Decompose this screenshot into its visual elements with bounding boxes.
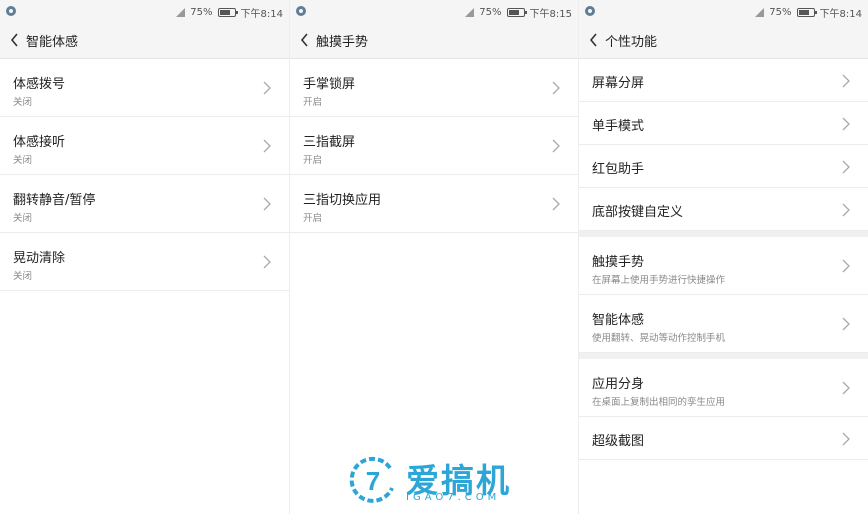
clock: 下午8:15 bbox=[529, 9, 572, 20]
item-description: 在屏幕上使用手势进行快捷操作 bbox=[592, 275, 726, 286]
signal-icon bbox=[465, 8, 475, 17]
list-item-smart-motion[interactable]: 智能体感 使用翻转、晃动等动作控制手机 bbox=[579, 295, 868, 353]
list-item-bottom-keys-custom[interactable]: 底部按键自定义 bbox=[579, 188, 868, 231]
chevron-right-icon bbox=[842, 259, 850, 273]
status-bar: 75% 下午8:14 bbox=[0, 0, 289, 22]
svg-text:7: 7 bbox=[366, 466, 380, 496]
title-bar: 个性功能 bbox=[579, 22, 868, 59]
item-status: 关闭 bbox=[13, 155, 33, 166]
list-item-one-hand-mode[interactable]: 单手模式 bbox=[579, 102, 868, 145]
list-item-app-clone[interactable]: 应用分身 在桌面上复制出相同的孪生应用 bbox=[579, 359, 868, 417]
item-label: 翻转静音/暂停 bbox=[13, 193, 96, 208]
signal-icon bbox=[755, 8, 765, 17]
clock: 下午8:14 bbox=[240, 9, 283, 20]
battery-percent: 75% bbox=[190, 7, 213, 18]
chevron-right-icon bbox=[842, 203, 850, 217]
brand-url: IGAO7.COM bbox=[406, 492, 501, 503]
page-title: 触摸手势 bbox=[316, 34, 369, 50]
battery-icon bbox=[506, 8, 527, 17]
item-label: 超级截图 bbox=[592, 434, 645, 449]
item-label: 底部按键自定义 bbox=[592, 205, 684, 220]
item-label: 手掌锁屏 bbox=[303, 77, 356, 92]
item-description: 在桌面上复制出相同的孪生应用 bbox=[592, 397, 726, 408]
list-item-split-screen[interactable]: 屏幕分屏 bbox=[579, 59, 868, 102]
item-label: 三指截屏 bbox=[303, 135, 356, 150]
status-right: 75% 下午8:15 bbox=[465, 5, 572, 20]
list-item-touch-gestures[interactable]: 触摸手势 在屏幕上使用手势进行快捷操作 bbox=[579, 237, 868, 295]
list-item-palm-lock[interactable]: 手掌锁屏 开启 bbox=[290, 59, 578, 117]
item-label: 体感接听 bbox=[13, 135, 66, 150]
back-arrow-icon[interactable] bbox=[10, 32, 24, 48]
list-item-three-finger-screenshot[interactable]: 三指截屏 开启 bbox=[290, 117, 578, 175]
list-item-motion-answer[interactable]: 体感接听 关闭 bbox=[0, 117, 289, 175]
battery-percent: 75% bbox=[479, 7, 502, 18]
brand-watermark: 7 爱搞机 IGAO7.COM bbox=[348, 454, 524, 506]
panel-smart-motion: 75% 下午8:14 智能体感 体感拨号 关闭 体感接听 关闭 翻转静音/暂停 … bbox=[0, 0, 289, 514]
item-label: 智能体感 bbox=[592, 313, 645, 328]
item-label: 体感拨号 bbox=[13, 77, 66, 92]
item-label: 晃动清除 bbox=[13, 251, 66, 266]
battery-icon bbox=[796, 8, 817, 17]
chevron-right-icon bbox=[552, 139, 560, 153]
back-arrow-icon[interactable] bbox=[589, 32, 603, 48]
back-arrow-icon[interactable] bbox=[300, 32, 314, 48]
panel-personal-features: 75% 下午8:14 个性功能 屏幕分屏 单手模式 红包助手 底部按键自定义 触… bbox=[579, 0, 868, 514]
title-bar: 智能体感 bbox=[0, 22, 289, 59]
list-item-flip-mute[interactable]: 翻转静音/暂停 关闭 bbox=[0, 175, 289, 233]
battery-icon bbox=[217, 8, 238, 17]
item-status: 关闭 bbox=[13, 271, 33, 282]
item-label: 屏幕分屏 bbox=[592, 76, 645, 91]
item-status: 关闭 bbox=[13, 97, 33, 108]
chevron-right-icon bbox=[552, 197, 560, 211]
status-right: 75% 下午8:14 bbox=[176, 5, 283, 20]
page-title: 智能体感 bbox=[26, 34, 79, 50]
list-item-three-finger-switch[interactable]: 三指切换应用 开启 bbox=[290, 175, 578, 233]
list-item-shake-clear[interactable]: 晃动清除 关闭 bbox=[0, 233, 289, 291]
title-bar: 触摸手势 bbox=[290, 22, 578, 59]
chevron-right-icon bbox=[263, 255, 271, 269]
item-label: 应用分身 bbox=[592, 377, 645, 392]
chevron-right-icon bbox=[842, 74, 850, 88]
item-label: 触摸手势 bbox=[592, 255, 645, 270]
battery-percent: 75% bbox=[769, 7, 792, 18]
app-notification-icon bbox=[6, 6, 16, 16]
brand-logo-icon: 7 bbox=[349, 456, 394, 503]
status-bar: 75% 下午8:14 bbox=[579, 0, 868, 22]
chevron-right-icon bbox=[842, 381, 850, 395]
item-status: 开启 bbox=[303, 213, 323, 224]
chevron-right-icon bbox=[842, 317, 850, 331]
app-notification-icon bbox=[296, 6, 306, 16]
panel-touch-gestures: 75% 下午8:15 触摸手势 手掌锁屏 开启 三指截屏 开启 三指切换应用 开… bbox=[290, 0, 578, 514]
chevron-right-icon bbox=[552, 81, 560, 95]
app-notification-icon bbox=[585, 6, 595, 16]
chevron-right-icon bbox=[842, 432, 850, 446]
item-label: 三指切换应用 bbox=[303, 193, 382, 208]
status-right: 75% 下午8:14 bbox=[755, 5, 862, 20]
list-item-red-packet-helper[interactable]: 红包助手 bbox=[579, 145, 868, 188]
chevron-right-icon bbox=[842, 160, 850, 174]
item-label: 红包助手 bbox=[592, 162, 645, 177]
item-status: 开启 bbox=[303, 97, 323, 108]
item-description: 使用翻转、晃动等动作控制手机 bbox=[592, 333, 726, 344]
item-status: 关闭 bbox=[13, 213, 33, 224]
chevron-right-icon bbox=[263, 139, 271, 153]
item-status: 开启 bbox=[303, 155, 323, 166]
chevron-right-icon bbox=[263, 197, 271, 211]
chevron-right-icon bbox=[263, 81, 271, 95]
clock: 下午8:14 bbox=[819, 9, 862, 20]
signal-icon bbox=[176, 8, 186, 17]
list-item-super-screenshot[interactable]: 超级截图 bbox=[579, 417, 868, 460]
list-item-motion-dial[interactable]: 体感拨号 关闭 bbox=[0, 59, 289, 117]
status-bar: 75% 下午8:15 bbox=[290, 0, 578, 22]
item-label: 单手模式 bbox=[592, 119, 645, 134]
chevron-right-icon bbox=[842, 117, 850, 131]
page-title: 个性功能 bbox=[605, 34, 658, 50]
